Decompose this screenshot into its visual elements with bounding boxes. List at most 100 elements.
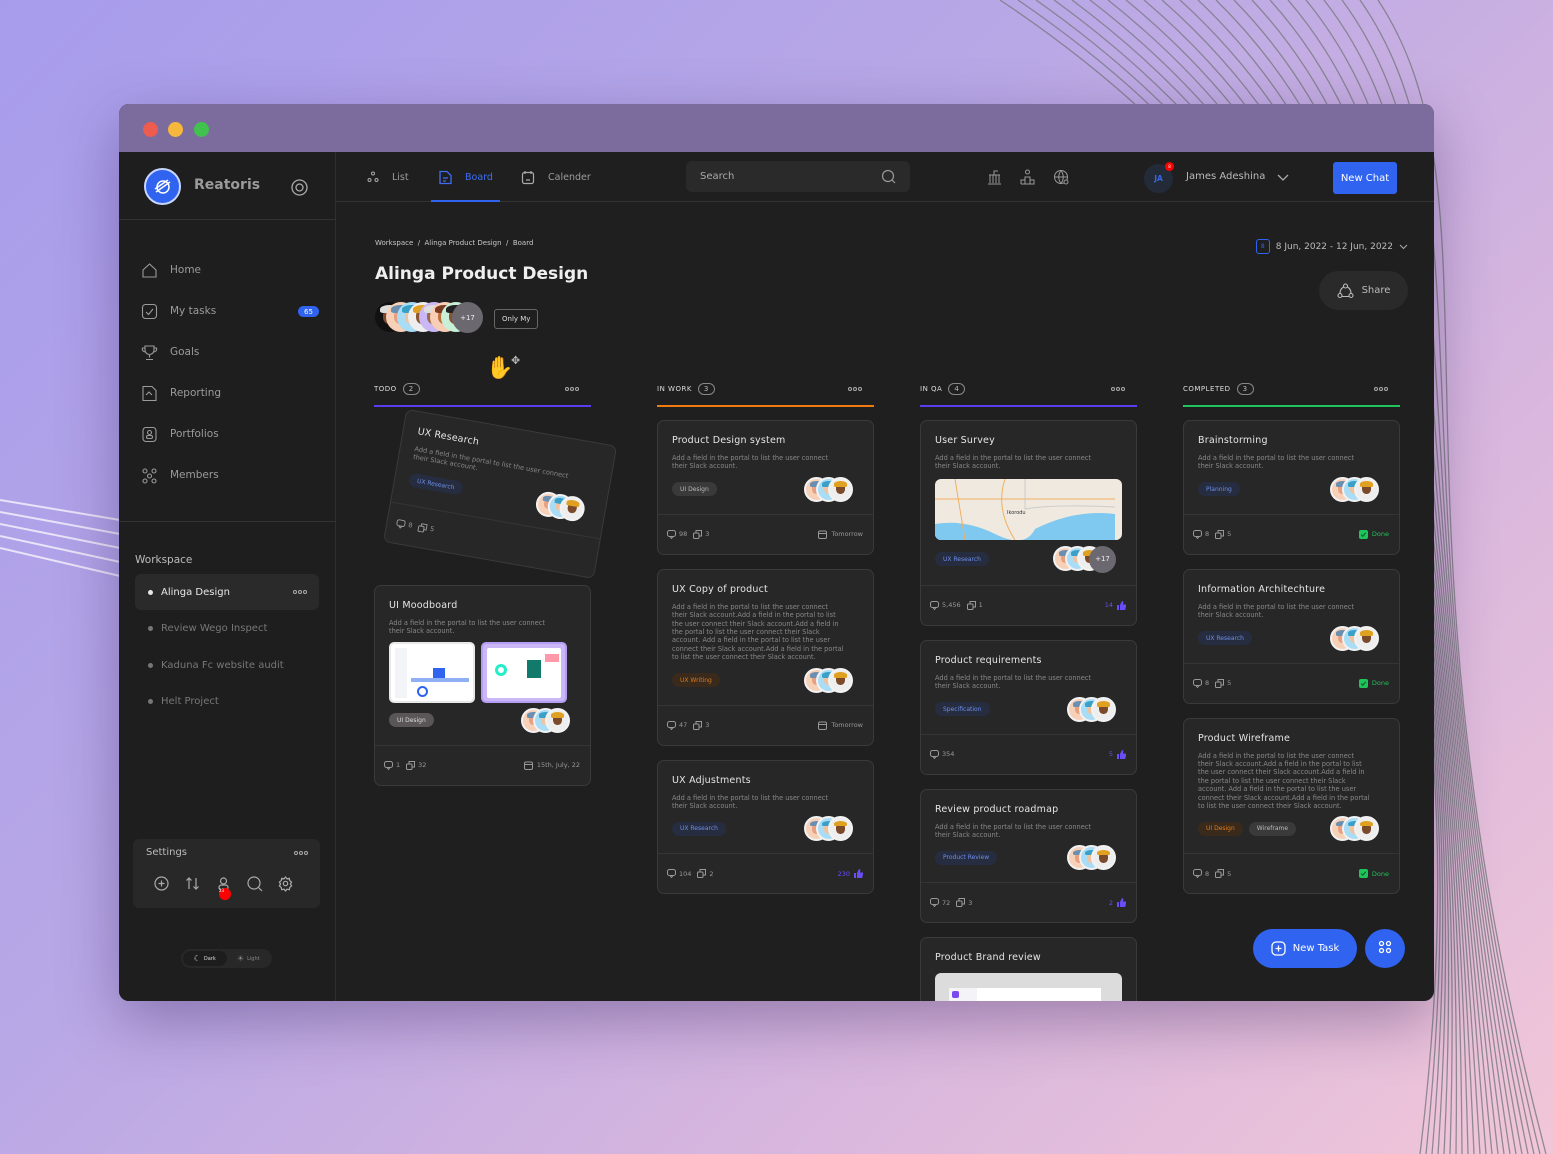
- tab-label: Calender: [548, 171, 591, 183]
- comment-icon: [930, 898, 939, 908]
- task-card[interactable]: UI Moodboard Add a field in the portal to…: [374, 584, 591, 786]
- user-icon[interactable]: 23: [215, 875, 232, 900]
- subtasks-icon: [1215, 869, 1225, 879]
- moodboard-image: [481, 641, 567, 703]
- task-card[interactable]: Product Brand review: [920, 937, 1137, 1001]
- bullet-icon: [148, 699, 153, 704]
- more-members[interactable]: +17: [452, 302, 483, 333]
- task-card[interactable]: UX Adjustments Add a field in the portal …: [657, 759, 874, 895]
- chevron-down-icon[interactable]: [1277, 174, 1289, 182]
- light-mode-option[interactable]: ☀ Light: [227, 951, 271, 966]
- more-icon[interactable]: [565, 387, 579, 391]
- date-range-picker[interactable]: 8 8 Jun, 2022 - 12 Jun, 2022: [1255, 239, 1408, 254]
- card-date: 15th, July, 22: [523, 761, 580, 770]
- task-card[interactable]: Information Architechture Add a field in …: [1183, 568, 1400, 704]
- tag[interactable]: Planning: [1198, 482, 1240, 497]
- card-title: Product Brand review: [935, 952, 1041, 964]
- subtasks-icon: [693, 720, 703, 730]
- share-button[interactable]: Share: [1319, 271, 1408, 310]
- sidebar-item-home[interactable]: Home: [141, 260, 201, 280]
- column-header: IN QA 4: [920, 379, 1137, 399]
- card-title: UX Copy of product: [672, 583, 768, 595]
- workspace-item[interactable]: Review Wego Inspect: [135, 611, 319, 647]
- close-button[interactable]: [143, 122, 158, 137]
- tag[interactable]: UX Research: [935, 552, 989, 567]
- sort-icon[interactable]: [184, 875, 201, 892]
- search-icon[interactable]: [246, 875, 263, 892]
- dark-mode-option[interactable]: ☾ Dark: [183, 951, 227, 966]
- assignee-avatars: +17: [1053, 545, 1122, 573]
- globe-search-icon[interactable]: [1053, 169, 1070, 186]
- tab-label: Board: [465, 171, 493, 183]
- tag[interactable]: UX Research: [672, 821, 726, 836]
- sidebar-item-goals[interactable]: Goals: [141, 342, 199, 362]
- tag[interactable]: UX Research: [407, 472, 464, 496]
- more-assignees[interactable]: +17: [1089, 545, 1116, 573]
- search-icon[interactable]: [881, 169, 896, 184]
- tab-board[interactable]: Board: [431, 152, 500, 202]
- workspace-item[interactable]: Alinga Design: [135, 574, 319, 610]
- more-icon[interactable]: [293, 590, 307, 594]
- report-icon: [142, 385, 157, 401]
- sidebar-item-reporting[interactable]: Reporting: [141, 383, 221, 403]
- sidebar-item-my-tasks[interactable]: My tasks: [141, 301, 216, 321]
- comments-count: 104: [667, 869, 691, 879]
- maximize-button[interactable]: [194, 122, 209, 137]
- avatar: [828, 816, 853, 842]
- card-footer: 47 3 Tomorrow: [658, 704, 873, 745]
- card-footer: 354 5: [921, 733, 1136, 774]
- workspace-item[interactable]: Helt Project: [135, 684, 319, 720]
- column-divider: [374, 405, 591, 407]
- task-card[interactable]: Product requirements Add a field in the p…: [920, 639, 1137, 775]
- task-card[interactable]: UX Research Add a field in the portal to …: [383, 408, 618, 579]
- card-likes: 230: [838, 869, 863, 879]
- apps-grid-button[interactable]: [1365, 929, 1405, 968]
- tag[interactable]: UX Writing: [672, 673, 720, 688]
- task-card[interactable]: User Survey Add a field in the portal to …: [920, 420, 1137, 626]
- tag[interactable]: Wireframe: [1248, 821, 1297, 836]
- tab-list[interactable]: List: [367, 152, 409, 202]
- tag[interactable]: UI Design: [389, 713, 434, 728]
- subtasks-icon: [1215, 529, 1225, 539]
- tab-calender[interactable]: Calender: [521, 152, 591, 202]
- sidebar-item-portfolios[interactable]: Portfolios: [141, 424, 219, 444]
- bank-icon[interactable]: [986, 169, 1003, 186]
- checkbox-checked-icon: [1358, 678, 1368, 688]
- avatar: [1354, 625, 1379, 651]
- checkbox-checked-icon: [1358, 529, 1368, 539]
- subtasks-icon: [956, 898, 966, 908]
- user-name[interactable]: James Adeshina: [1186, 171, 1265, 182]
- tag[interactable]: UX Research: [1198, 631, 1252, 646]
- portfolio-icon: [142, 426, 157, 442]
- more-icon[interactable]: [294, 851, 308, 855]
- only-my-button[interactable]: Only My: [494, 309, 539, 329]
- card-title: Product Design system: [672, 435, 786, 446]
- sidebar-item-members[interactable]: Members: [141, 465, 219, 485]
- task-card[interactable]: Review product roadmap Add a field in the…: [920, 788, 1137, 924]
- avatar: [545, 707, 570, 733]
- comment-icon: [667, 869, 676, 879]
- task-card[interactable]: Brainstorming Add a field in the portal t…: [1183, 420, 1400, 555]
- more-icon[interactable]: [848, 387, 862, 391]
- task-card[interactable]: Product Design system Add a field in the …: [657, 420, 874, 555]
- tag[interactable]: Specification: [935, 702, 990, 717]
- podium-icon[interactable]: [1019, 169, 1036, 186]
- eye-icon[interactable]: [291, 179, 308, 196]
- subtasks-count: 5: [1215, 529, 1231, 539]
- card-likes: 5: [1109, 749, 1126, 759]
- workspace-item[interactable]: Kaduna Fc website audit: [135, 647, 319, 683]
- tag[interactable]: Product Review: [935, 850, 998, 865]
- more-icon[interactable]: [1374, 387, 1388, 391]
- add-icon[interactable]: [153, 875, 170, 892]
- task-card[interactable]: Product Wireframe Add a field in the port…: [1183, 717, 1400, 895]
- new-task-button[interactable]: New Task: [1253, 929, 1357, 968]
- minimize-button[interactable]: [168, 122, 183, 137]
- task-card[interactable]: UX Copy of product Add a field in the por…: [657, 568, 874, 746]
- search-input[interactable]: Search: [686, 161, 910, 192]
- tag[interactable]: UI Design: [672, 482, 717, 497]
- tag[interactable]: UI Design: [1198, 821, 1243, 836]
- new-chat-button[interactable]: New Chat: [1333, 162, 1397, 194]
- gear-icon[interactable]: [277, 875, 294, 892]
- theme-toggle[interactable]: ☾ Dark ☀ Light: [181, 949, 272, 968]
- more-icon[interactable]: [1111, 387, 1125, 391]
